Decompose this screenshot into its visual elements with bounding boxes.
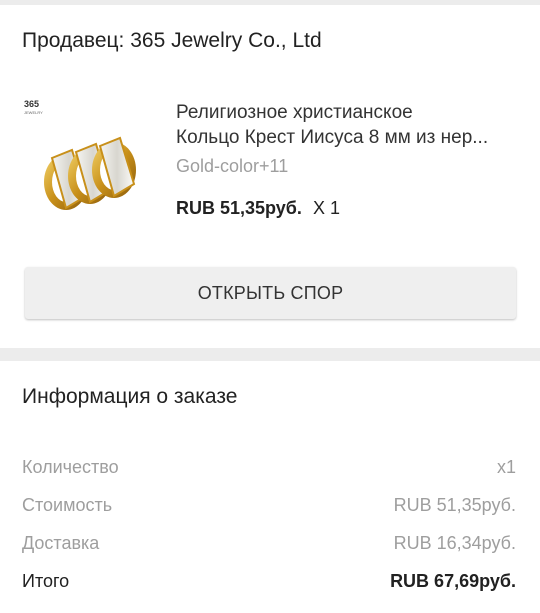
product-title-line2: Кольцо Крест Иисуса 8 мм из нер... <box>176 127 489 148</box>
rings-illustration <box>44 136 136 210</box>
product-variant: Gold-color+11 <box>176 156 289 176</box>
info-row-total: Итого RUB 67,69руб. <box>22 568 516 594</box>
info-label: Количество <box>22 456 119 477</box>
product-price-line: RUB 51,35руб. X 1 <box>176 198 340 219</box>
product-image[interactable]: 365 JEWELRY <box>22 100 162 240</box>
seller-card: Продавец: 365 Jewelry Co., Ltd 365 JEWEL… <box>0 5 540 348</box>
info-value: RUB 16,34руб. <box>393 532 516 553</box>
product-price: RUB 51,35руб. <box>176 198 302 218</box>
open-dispute-button[interactable]: ОТКРЫТЬ СПОР <box>25 267 516 319</box>
info-row-quantity: Количество x1 <box>22 454 516 480</box>
info-value: RUB 51,35руб. <box>393 494 516 515</box>
seller-name[interactable]: Продавец: 365 Jewelry Co., Ltd <box>22 29 322 53</box>
product-title[interactable]: Религиозное христианское Кольцо Крест Ии… <box>176 100 516 150</box>
order-info-card: Информация о заказе Количество x1 Стоимо… <box>0 361 540 613</box>
info-value: RUB 67,69руб. <box>390 570 516 591</box>
info-value: x1 <box>496 456 516 477</box>
info-label: Итого <box>22 570 70 591</box>
order-info-title: Информация о заказе <box>22 385 238 408</box>
info-label: Доставка <box>22 532 100 553</box>
product-quantity: X 1 <box>312 198 340 218</box>
info-row-shipping: Доставка RUB 16,34руб. <box>22 530 516 556</box>
brand-logo-sub: JEWELRY <box>24 110 43 115</box>
brand-logo: 365 <box>24 99 40 109</box>
info-row-cost: Стоимость RUB 51,35руб. <box>22 492 516 518</box>
product-title-line1: Религиозное христианское <box>176 102 413 123</box>
info-label: Стоимость <box>22 494 113 515</box>
